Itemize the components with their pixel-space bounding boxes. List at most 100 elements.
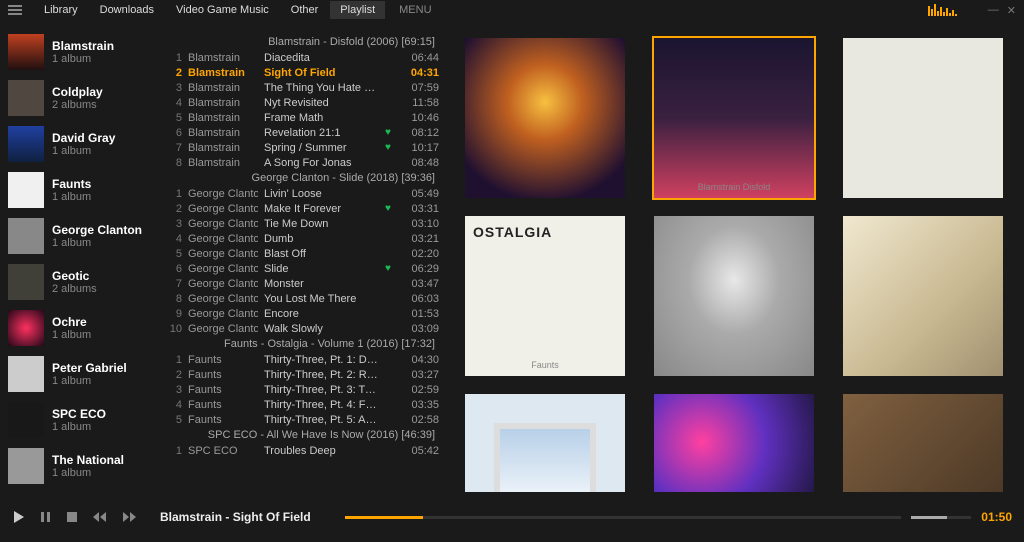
artist-item[interactable]: Geotic2 albums [8, 264, 160, 300]
track-row[interactable]: 1FauntsThirty-Three, Pt. 1: Departure04:… [166, 352, 439, 367]
tab-video-game-music[interactable]: Video Game Music [166, 1, 279, 19]
album-cover[interactable]: Blamstrain Disfold [654, 38, 814, 198]
track-row[interactable]: 1BlamstrainDiacedita06:44 [166, 50, 439, 65]
track-row[interactable]: 1George ClantonLivin' Loose05:49 [166, 186, 439, 201]
track-row[interactable]: 6BlamstrainRevelation 21:1♥08:12 [166, 125, 439, 140]
elapsed-time: 01:50 [981, 510, 1012, 524]
artist-name: The National [52, 453, 124, 467]
track-row[interactable]: 8George ClantonYou Lost Me There06:03 [166, 291, 439, 306]
track-row[interactable]: 2FauntsThirty-Three, Pt. 2: Remember...0… [166, 367, 439, 382]
tab-bar: LibraryDownloadsVideo Game MusicOtherPla… [34, 1, 385, 19]
volume-bar[interactable] [911, 516, 971, 519]
track-number: 4 [166, 399, 182, 411]
track-title: Sight Of Field [264, 67, 379, 79]
artist-name: Faunts [52, 177, 91, 191]
track-artist: George Clanton [188, 248, 258, 260]
menu-button[interactable]: MENU [389, 1, 441, 19]
artist-item[interactable]: David Gray1 album [8, 126, 160, 162]
artist-name: Coldplay [52, 85, 103, 99]
album-cover[interactable] [465, 394, 625, 492]
track-artist: George Clanton [188, 188, 258, 200]
track-row[interactable]: 5FauntsThirty-Three, Pt. 5: Arrival02:58 [166, 412, 439, 427]
artist-album-count: 1 album [52, 375, 127, 387]
track-row[interactable]: 4FauntsThirty-Three, Pt. 4: Forgotten03:… [166, 397, 439, 412]
album-cover[interactable]: Faunts [465, 216, 625, 376]
prev-button[interactable] [92, 511, 108, 523]
track-row[interactable]: 4George ClantonDumb03:21 [166, 231, 439, 246]
track-title: Spring / Summer [264, 142, 379, 154]
track-row[interactable]: 2George ClantonMake It Forever♥03:31 [166, 201, 439, 216]
seek-bar[interactable] [345, 516, 902, 519]
track-row[interactable]: 10George ClantonWalk Slowly03:09 [166, 321, 439, 336]
artist-thumb [8, 310, 44, 346]
track-duration: 03:31 [401, 203, 439, 215]
album-cover[interactable] [465, 38, 625, 198]
album-caption: Faunts [465, 360, 625, 370]
track-row[interactable]: 5George ClantonBlast Off02:20 [166, 246, 439, 261]
stop-button[interactable] [66, 511, 78, 523]
album-cover[interactable] [843, 216, 1003, 376]
visualizer-icon[interactable] [928, 4, 978, 16]
artist-name: Ochre [52, 315, 91, 329]
track-artist: George Clanton [188, 263, 258, 275]
next-button[interactable] [122, 511, 138, 523]
track-row[interactable]: 4BlamstrainNyt Revisited11:58 [166, 95, 439, 110]
heart-icon[interactable]: ♥ [385, 127, 395, 138]
track-row[interactable]: 5BlamstrainFrame Math10:46 [166, 110, 439, 125]
artist-item[interactable]: Peter Gabriel1 album [8, 356, 160, 392]
artist-item[interactable]: SPC ECO1 album [8, 402, 160, 438]
track-row[interactable]: 3FauntsThirty-Three, Pt. 3: Trauma02:59 [166, 382, 439, 397]
artist-item[interactable]: George Clanton1 album [8, 218, 160, 254]
artist-album-count: 2 albums [52, 283, 97, 295]
artist-album-count: 1 album [52, 145, 115, 157]
track-number: 8 [166, 157, 182, 169]
artist-item[interactable]: Blamstrain1 album [8, 34, 160, 70]
track-artist: George Clanton [188, 308, 258, 320]
track-row[interactable]: 2BlamstrainSight Of Field04:31 [166, 65, 439, 80]
album-cover[interactable] [654, 394, 814, 492]
track-row[interactable]: 7BlamstrainSpring / Summer♥10:17 [166, 140, 439, 155]
track-artist: Blamstrain [188, 82, 258, 94]
artist-item[interactable]: The National1 album [8, 448, 160, 484]
now-playing: Blamstrain - Sight Of Field [160, 510, 311, 524]
track-row[interactable]: 9George ClantonEncore01:53 [166, 306, 439, 321]
track-row[interactable]: 1SPC ECOTroubles Deep05:42 [166, 443, 439, 458]
track-number: 9 [166, 308, 182, 320]
track-number: 5 [166, 112, 182, 124]
close-icon[interactable]: ✕ [1007, 4, 1016, 17]
track-title: Thirty-Three, Pt. 2: Remember... [264, 369, 379, 381]
track-duration: 06:29 [401, 263, 439, 275]
artist-thumb [8, 356, 44, 392]
artist-item[interactable]: Ochre1 album [8, 310, 160, 346]
track-number: 6 [166, 263, 182, 275]
tab-library[interactable]: Library [34, 1, 88, 19]
album-cover[interactable] [843, 394, 1003, 492]
heart-icon[interactable]: ♥ [385, 142, 395, 153]
heart-icon[interactable]: ♥ [385, 203, 395, 214]
play-button[interactable] [12, 510, 26, 524]
track-row[interactable]: 8BlamstrainA Song For Jonas08:48 [166, 155, 439, 170]
track-title: Thirty-Three, Pt. 1: Departure [264, 354, 379, 366]
artist-item[interactable]: Coldplay2 albums [8, 80, 160, 116]
minimize-icon[interactable]: — [988, 4, 999, 17]
tab-other[interactable]: Other [281, 1, 329, 19]
track-duration: 03:09 [401, 323, 439, 335]
artist-album-count: 1 album [52, 421, 106, 433]
heart-icon[interactable]: ♥ [385, 263, 395, 274]
tab-downloads[interactable]: Downloads [90, 1, 164, 19]
track-artist: George Clanton [188, 278, 258, 290]
album-cover[interactable] [654, 216, 814, 376]
album-cover[interactable] [843, 38, 1003, 198]
track-artist: George Clanton [188, 203, 258, 215]
track-row[interactable]: 3BlamstrainThe Thing You Hate Me Fo...07… [166, 80, 439, 95]
track-title: Blast Off [264, 248, 379, 260]
track-list: Blamstrain - Disfold (2006) [69:15]1Blam… [160, 20, 445, 492]
track-row[interactable]: 7George ClantonMonster03:47 [166, 276, 439, 291]
artist-item[interactable]: Faunts1 album [8, 172, 160, 208]
tab-playlist[interactable]: Playlist [330, 1, 385, 19]
pause-button[interactable] [40, 511, 52, 523]
artist-album-count: 2 albums [52, 99, 103, 111]
track-row[interactable]: 3George ClantonTie Me Down03:10 [166, 216, 439, 231]
track-row[interactable]: 6George ClantonSlide♥06:29 [166, 261, 439, 276]
track-duration: 03:10 [401, 218, 439, 230]
